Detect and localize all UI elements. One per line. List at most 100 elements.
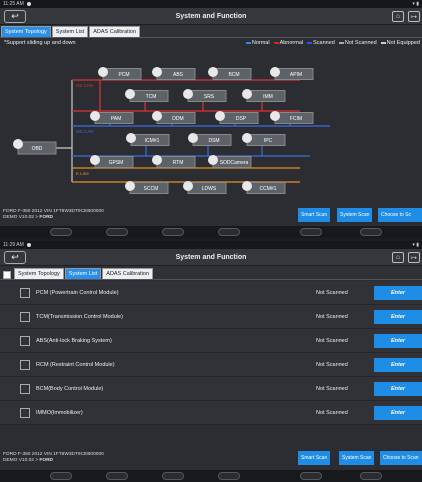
topology-node-pam[interactable]: PAM (90, 111, 134, 124)
topology-screen: 11:25 AM ▾ ▮ ↩ System and Function ⌂ ↦ S… (0, 0, 422, 238)
node-status-icon (98, 67, 108, 77)
tab-adas-calibration[interactable]: ADAS Calibration (89, 26, 141, 37)
back-button[interactable]: ↩ (4, 10, 26, 23)
smart-scan-button[interactable]: Smart Scan (298, 451, 331, 465)
topology-node-rtm[interactable]: RTM (152, 155, 196, 168)
tab-system-topology[interactable]: System Topology (1, 26, 51, 37)
topology-node-bcm[interactable]: BCM (208, 67, 252, 80)
row-checkbox[interactable] (20, 383, 30, 394)
nav-back-icon[interactable] (50, 228, 72, 236)
system-row-pcm[interactable]: PCM (Powertrain Control Module) Not Scan… (0, 281, 422, 305)
exit-icon[interactable]: ↦ (408, 11, 420, 22)
system-row-tcm[interactable]: TCM(Transmission Control Module) Not Sca… (0, 305, 422, 329)
choose-to-scan-button[interactable]: Choose to Sc (378, 208, 422, 222)
system-scan-button[interactable]: System Scan (339, 451, 375, 465)
system-row-rcm[interactable]: RCM (Restraint Control Module) Not Scann… (0, 353, 422, 377)
nav-recent-icon[interactable] (162, 228, 184, 236)
nav-home-icon[interactable] (106, 472, 128, 480)
topology-node-ddm[interactable]: DDM (152, 111, 196, 124)
topology-node-apim[interactable]: APIM (270, 67, 314, 80)
status-time: 11:25 AM (3, 1, 24, 7)
nav-refresh-icon[interactable] (360, 472, 382, 480)
nav-bar (0, 470, 422, 482)
choose-to-scan-button[interactable]: Choose to Scan (380, 451, 422, 465)
nav-home-icon[interactable] (106, 228, 128, 236)
topology-node-sodcamera[interactable]: SODCamera (208, 155, 252, 168)
topology-node-dsm[interactable]: DSM (188, 133, 232, 146)
topology-node-fcim[interactable]: FCIM (270, 111, 314, 124)
nav-recent-icon[interactable] (162, 472, 184, 480)
node-label: DDM (172, 116, 183, 122)
enter-button[interactable]: Enter (374, 310, 422, 324)
scan-status: Not Scanned (316, 361, 348, 368)
topology-node-icm-1[interactable]: ICM#1 (126, 133, 170, 146)
nav-screenshot-icon[interactable] (218, 472, 240, 480)
topology-node-srs[interactable]: SRS (183, 89, 227, 102)
enter-button[interactable]: Enter (374, 406, 422, 420)
system-row-immo[interactable]: IMMO(Immobilizer) Not Scanned Enter (0, 401, 422, 425)
node-status-icon (152, 67, 162, 77)
nav-vci-icon[interactable] (300, 228, 322, 236)
topology-node-pcm[interactable]: PCM (98, 67, 142, 80)
nav-back-icon[interactable] (50, 472, 72, 480)
enter-button[interactable]: Enter (374, 334, 422, 348)
nav-screenshot-icon[interactable] (218, 228, 240, 236)
enter-button[interactable]: Enter (374, 286, 422, 300)
nav-vci-icon[interactable] (300, 472, 322, 480)
smart-scan-button[interactable]: Smart Scan (298, 208, 331, 222)
system-name: ABS(Anti-lock Braking System) (36, 337, 112, 344)
status-icons: ▾ ▮ (412, 1, 419, 7)
enter-button[interactable]: Enter (374, 382, 422, 396)
topology-node-imm[interactable]: IMM (242, 89, 286, 102)
back-button[interactable]: ↩ (4, 251, 26, 264)
tab-bar: System Topology System List ADAS Calibra… (0, 25, 422, 38)
tab-adas-calibration[interactable]: ADAS Calibration (102, 268, 154, 279)
exit-icon[interactable]: ↦ (408, 252, 420, 263)
node-status-icon (125, 181, 135, 191)
node-label: CCM#1 (260, 186, 277, 192)
vehicle-info: FORD F-350 2012 VIN 1FT8W3DT9CEB00000 DE… (3, 209, 104, 221)
tab-system-list[interactable]: System List (64, 268, 102, 279)
system-name: TCM(Transmission Control Module) (36, 313, 123, 320)
vehicle-footer: FORD F-350 2012 VIN 1FT8W3DT9CEB00000 DE… (0, 449, 422, 469)
node-status-icon (90, 155, 100, 165)
row-checkbox[interactable] (20, 359, 30, 370)
topology-node-ccm-1[interactable]: CCM#1 (242, 181, 286, 194)
row-checkbox[interactable] (20, 407, 30, 418)
back-arrow-icon: ↩ (11, 252, 19, 262)
select-all-checkbox[interactable] (3, 271, 11, 279)
topology-node-dsp[interactable]: DSP (215, 111, 259, 124)
node-status-icon (183, 89, 193, 99)
node-status-icon (90, 111, 100, 121)
home-icon[interactable]: ⌂ (392, 252, 404, 263)
system-row-abs[interactable]: ABS(Anti-lock Braking System) Not Scanne… (0, 329, 422, 353)
topology-node-gpsm[interactable]: GPSM (90, 155, 134, 168)
topology-graph: HS CAN MS CAN K Line OBD PCM ABS BCM APIM TC… (13, 67, 330, 194)
tab-system-topology[interactable]: System Topology (14, 268, 64, 279)
vehicle-path-line: DEMO V10.02 > FORD (3, 458, 53, 463)
system-row-bcm[interactable]: BCM(Body Control Module) Not Scanned Ent… (0, 377, 422, 401)
enter-button[interactable]: Enter (374, 358, 422, 372)
row-checkbox[interactable] (20, 287, 30, 298)
node-label: ABS (173, 72, 184, 78)
topology-node-abs[interactable]: ABS (152, 67, 196, 80)
node-status-icon (270, 67, 280, 77)
node-status-icon (152, 155, 162, 165)
topology-view[interactable]: *Support sliding up and down Normal Abno… (0, 38, 422, 206)
page-title: System and Function (175, 12, 247, 20)
system-scan-button[interactable]: System Scan (337, 208, 373, 222)
status-time: 11:29 AM (3, 242, 24, 248)
tab-system-list[interactable]: System List (51, 26, 89, 37)
node-status-icon (183, 181, 193, 191)
nav-refresh-icon[interactable] (360, 228, 382, 236)
home-icon[interactable]: ⌂ (392, 11, 404, 22)
system-name: BCM(Body Control Module) (36, 385, 104, 392)
node-label: TCM (146, 94, 157, 100)
row-checkbox[interactable] (20, 335, 30, 346)
topology-node-tcm[interactable]: TCM (125, 89, 169, 102)
topology-node-ipc[interactable]: IPC (242, 133, 286, 146)
topology-node-ldws[interactable]: LDWS (183, 181, 227, 194)
topology-node-obd[interactable]: OBD (13, 139, 57, 155)
topology-node-sccm[interactable]: SCCM (125, 181, 169, 194)
row-checkbox[interactable] (20, 311, 30, 322)
